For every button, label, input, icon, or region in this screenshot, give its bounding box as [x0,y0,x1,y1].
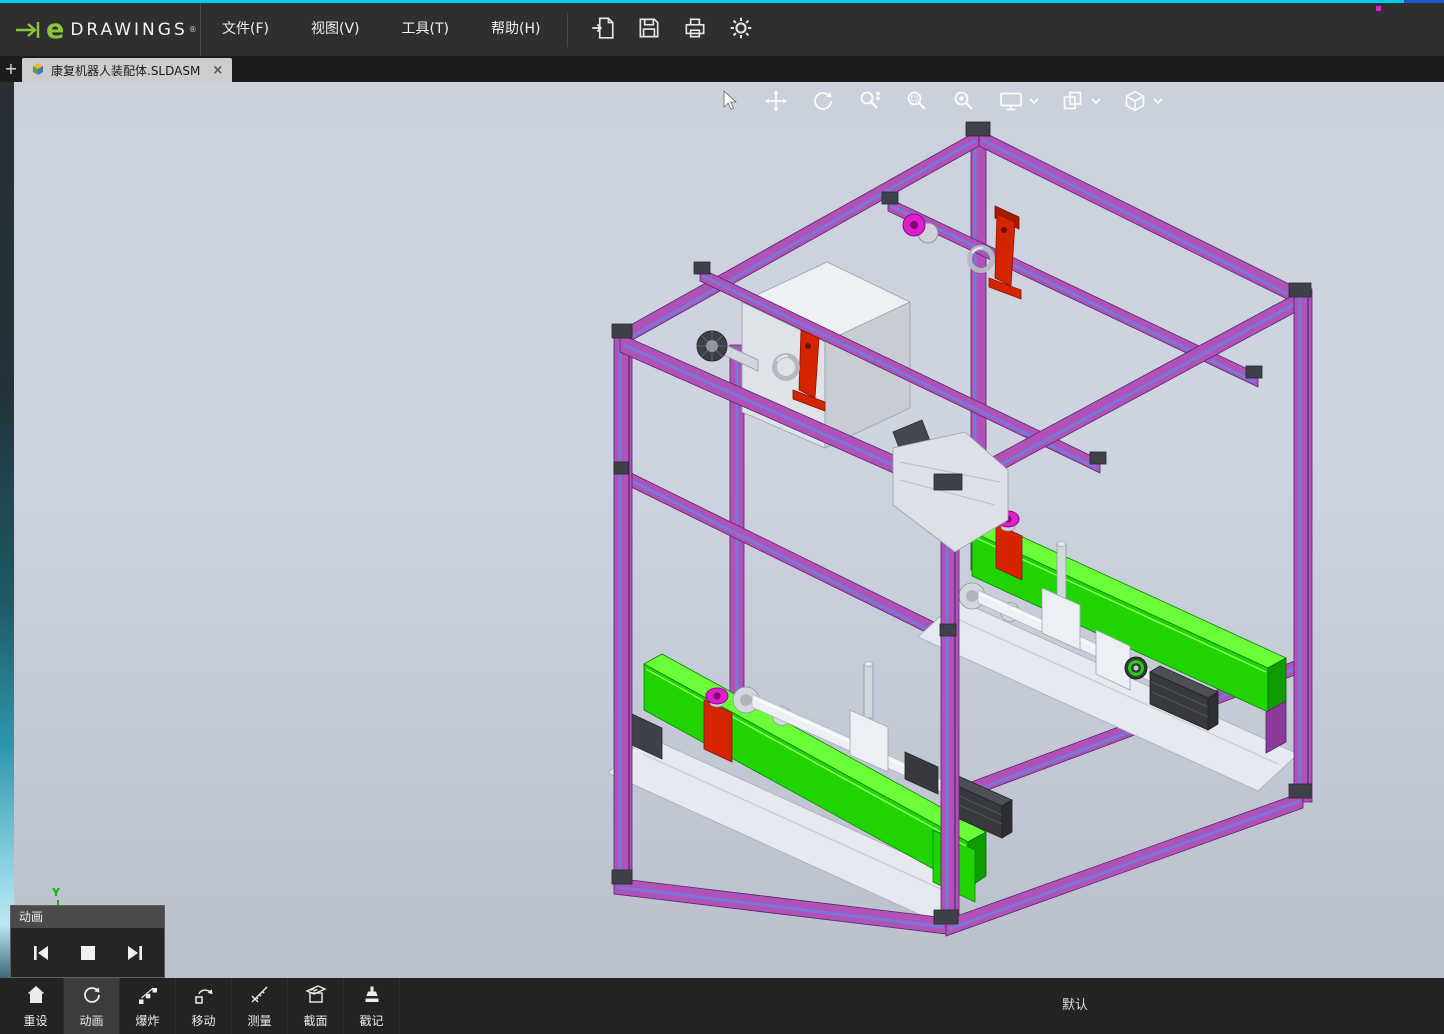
print-icon [682,15,708,45]
configuration-label: 默认 [1062,998,1089,1013]
reset-button[interactable]: 重设 [8,978,64,1034]
graphics-viewport[interactable]: Y [14,82,1444,978]
logo-e: e [46,14,65,45]
rail-coupling[interactable] [902,213,939,244]
assembly-icon [31,61,45,80]
menubar-separator [567,12,569,47]
reset-label: 重设 [23,1014,48,1028]
save-icon [636,15,662,45]
split-view-icon[interactable] [1060,88,1086,114]
menu-help[interactable]: 帮助(H) [470,3,561,56]
gear-icon [728,15,754,45]
open-file-icon [590,15,616,45]
bottom-toolbar: 重设 动画 爆炸 移动 测量 截面 戳记 默认 [0,978,1444,1034]
move-label: 移动 [191,1014,216,1028]
stamp-label: 戳记 [359,1014,384,1028]
cad-model[interactable] [14,82,1444,978]
tab-bar: + 康复机器人装配体.SLDASM × [0,56,1444,82]
rotate-icon[interactable] [810,88,836,114]
animation-panel: 动画 [10,905,165,978]
cabinet-box[interactable] [741,261,911,449]
move-button[interactable]: 移动 [176,978,232,1034]
menu-items: 文件(F) 视图(V) 工具(T) 帮助(H) [201,3,561,56]
animation-icon [80,983,104,1010]
open-file-button[interactable] [580,3,626,56]
measure-icon [248,983,272,1010]
animation-label: 动画 [79,1014,104,1028]
menu-file[interactable]: 文件(F) [201,3,290,56]
animation-controls [11,928,164,977]
next-frame-button[interactable] [120,938,150,968]
pan-icon[interactable] [763,88,789,114]
explode-icon [136,983,160,1010]
tab-close-icon[interactable]: × [212,63,223,78]
animation-button[interactable]: 动画 [64,978,120,1034]
section-button[interactable]: 截面 [288,978,344,1034]
display-mode-icon[interactable] [998,88,1024,114]
explode-button[interactable]: 爆炸 [120,978,176,1034]
orientation-group [1122,88,1163,114]
menubar-toolbar [580,3,764,56]
stamp-icon [360,983,384,1010]
stamp-button[interactable]: 戳记 [344,978,400,1034]
move-icon [192,983,216,1010]
previous-frame-button[interactable] [26,938,56,968]
measure-label: 测量 [247,1014,272,1028]
home-icon [24,983,48,1010]
save-button[interactable] [626,3,672,56]
orientation-caret-icon[interactable] [1153,97,1163,105]
animation-panel-title: 动画 [11,906,164,928]
edrawings-logo: e DRAWINGS ® [0,3,201,56]
logo-text: DRAWINGS [70,19,188,40]
logo-registered-mark: ® [188,25,197,34]
section-icon [304,983,328,1010]
logo-arrow-icon [14,19,44,41]
menu-tools[interactable]: 工具(T) [381,3,470,56]
zoom-fit-icon[interactable] [951,88,977,114]
select-cursor-icon[interactable] [716,88,742,114]
display-mode-group [998,88,1039,114]
desktop-artifact-dot [1376,6,1381,11]
display-mode-caret-icon[interactable] [1029,97,1039,105]
orientation-cube-icon[interactable] [1122,88,1148,114]
zoom-window-icon[interactable] [904,88,930,114]
print-button[interactable] [672,3,718,56]
new-tab-button[interactable]: + [3,59,19,79]
menu-view[interactable]: 视图(V) [290,3,381,56]
triad-y-axis-label: Y [52,886,60,899]
explode-label: 爆炸 [135,1014,160,1028]
view-toolbar [716,88,1163,114]
settings-button[interactable] [718,3,764,56]
desktop-background-strip [0,82,14,978]
measure-button[interactable]: 测量 [232,978,288,1034]
zoom-icon[interactable] [857,88,883,114]
document-tab[interactable]: 康复机器人装配体.SLDASM × [22,58,233,82]
section-label: 截面 [303,1014,328,1028]
menu-bar: e DRAWINGS ® 文件(F) 视图(V) 工具(T) 帮助(H) [0,3,1444,56]
window-top-edge-accent [1404,0,1444,3]
tab-title: 康复机器人装配体.SLDASM [51,63,201,78]
split-view-caret-icon[interactable] [1091,97,1101,105]
split-view-group [1060,88,1101,114]
window-top-edge [0,0,1404,3]
stop-button[interactable] [73,938,103,968]
